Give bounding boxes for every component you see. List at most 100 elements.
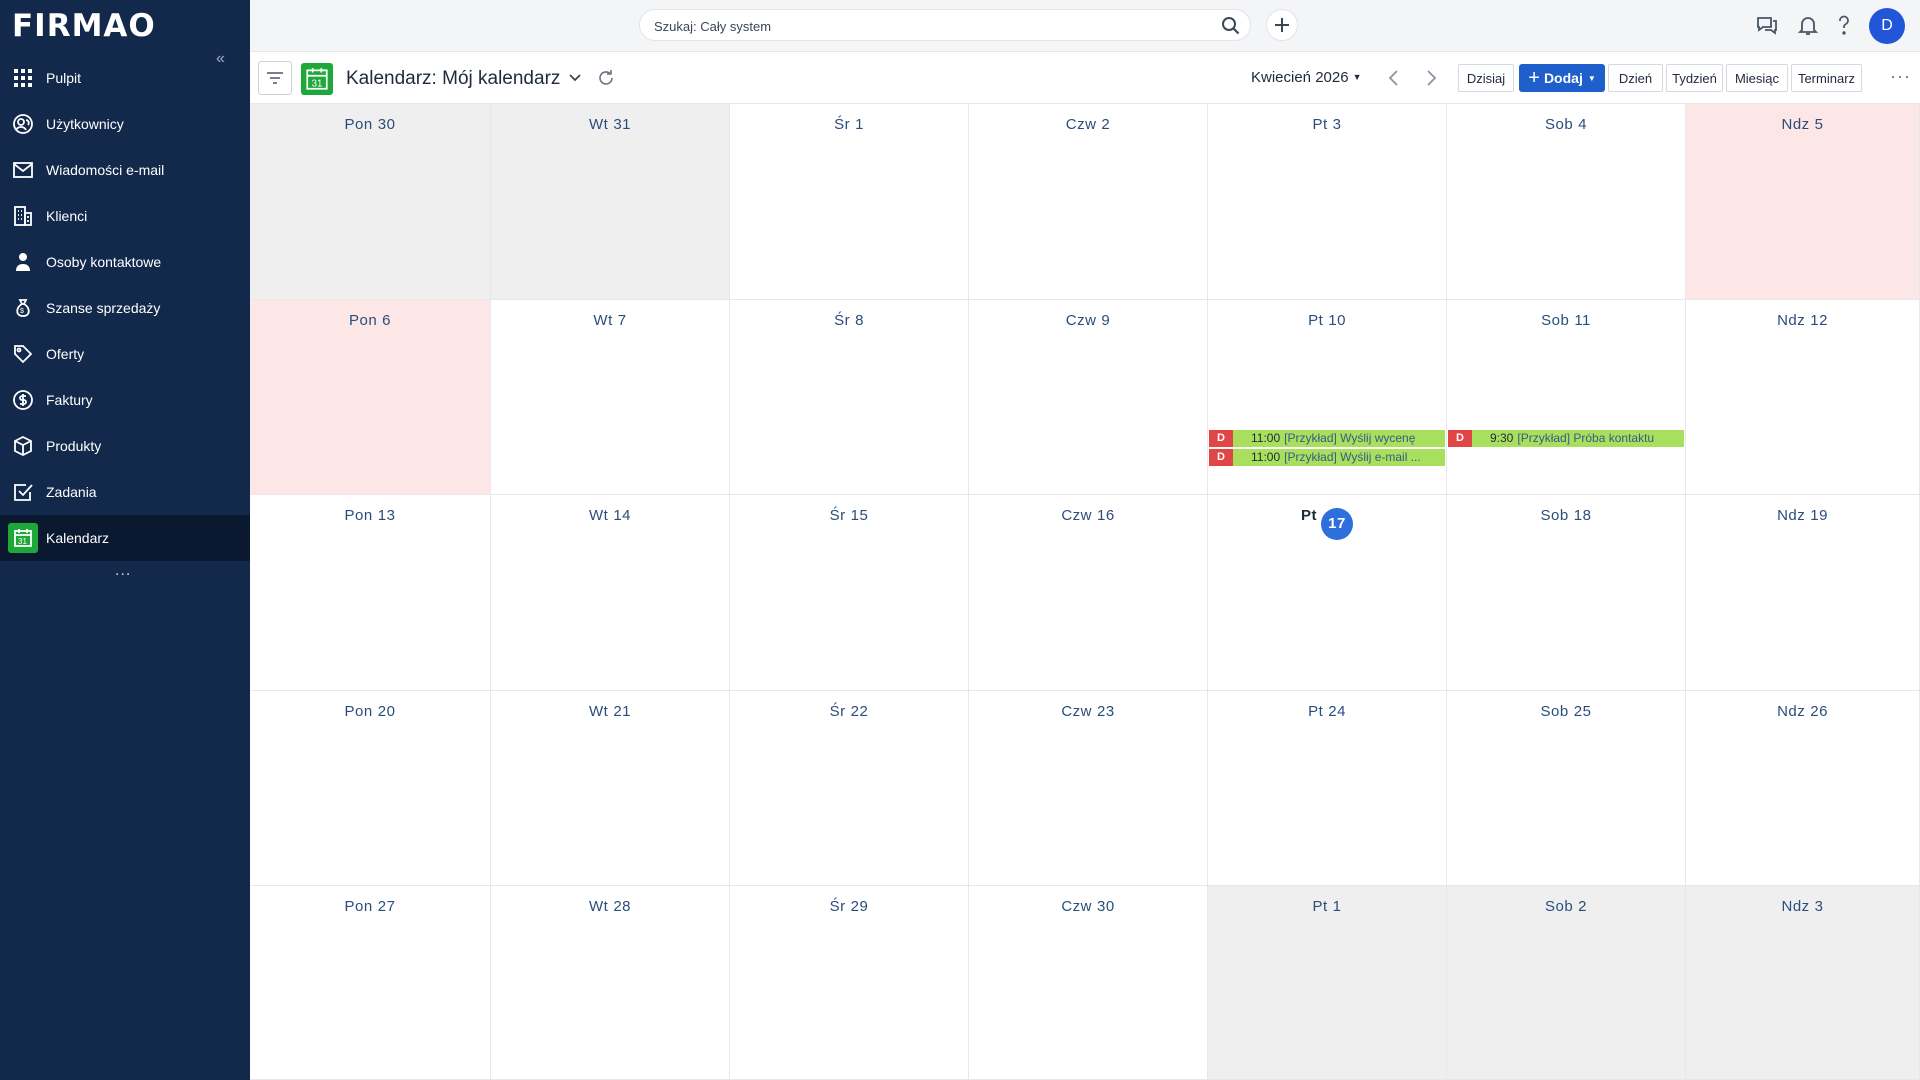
refresh-icon[interactable] — [596, 68, 616, 88]
calendar-day-cell[interactable]: Sob 25 — [1447, 691, 1686, 886]
sidebar-item-szanse-sprzedazy[interactable]: $ Szanse sprzedaży — [0, 285, 250, 331]
calendar-event[interactable]: D 11:00 [Przykład] Wyślij e-mail ... — [1209, 449, 1445, 466]
day-number[interactable]: 2 — [1578, 898, 1587, 915]
day-number[interactable]: 22 — [851, 703, 869, 720]
today-date-badge[interactable]: 17 — [1321, 508, 1353, 540]
sidebar-item-pulpit[interactable]: Pulpit — [0, 55, 250, 101]
chat-icon[interactable] — [1755, 13, 1779, 37]
day-number[interactable]: 21 — [613, 703, 631, 720]
filter-button[interactable] — [258, 61, 292, 95]
day-number[interactable]: 19 — [1810, 507, 1828, 524]
sidebar-item-osoby-kontaktowe[interactable]: Osoby kontaktowe — [0, 239, 250, 285]
day-number[interactable]: 30 — [1097, 898, 1115, 915]
day-number[interactable]: 23 — [1097, 703, 1115, 720]
day-number[interactable]: 28 — [613, 898, 631, 915]
sidebar-item-produkty[interactable]: Produkty — [0, 423, 250, 469]
calendar-day-cell[interactable]: Pt 1 — [1208, 886, 1447, 1080]
calendar-day-cell[interactable]: Pon 13 — [250, 495, 491, 691]
sidebar-item-wiadomosci[interactable]: Wiadomości e-mail — [0, 147, 250, 193]
day-number[interactable]: 15 — [851, 507, 869, 524]
sidebar-item-zadania[interactable]: Zadania — [0, 469, 250, 515]
bell-icon[interactable] — [1796, 13, 1820, 37]
calendar-day-cell[interactable]: Ndz 12 — [1686, 300, 1920, 495]
calendar-day-cell[interactable]: Ndz 3 — [1686, 886, 1920, 1080]
today-button[interactable]: Dzisiaj — [1458, 64, 1514, 92]
help-icon[interactable] — [1832, 13, 1856, 37]
day-number[interactable]: 7 — [618, 312, 627, 329]
day-number[interactable]: 13 — [378, 507, 396, 524]
search-input[interactable] — [654, 16, 1194, 36]
calendar-day-cell[interactable]: Pt 3 — [1208, 104, 1447, 300]
day-number[interactable]: 14 — [613, 507, 631, 524]
calendar-day-cell[interactable]: Pon 27 — [250, 886, 491, 1080]
calendar-day-cell[interactable]: Wt 14 — [491, 495, 730, 691]
day-number[interactable]: 18 — [1574, 507, 1592, 524]
calendar-day-cell[interactable]: Pon 6 — [250, 300, 491, 495]
day-number[interactable]: 25 — [1574, 703, 1592, 720]
view-week-button[interactable]: Tydzień — [1666, 64, 1723, 92]
calendar-event[interactable]: D 9:30 [Przykład] Próba kontaktu — [1448, 430, 1684, 447]
add-button[interactable]: + Dodaj ▼ — [1519, 64, 1605, 92]
quick-add-button[interactable] — [1266, 9, 1298, 41]
day-number[interactable]: 20 — [378, 703, 396, 720]
sidebar-item-faktury[interactable]: Faktury — [0, 377, 250, 423]
day-number[interactable]: 24 — [1328, 703, 1346, 720]
search-icon[interactable] — [1220, 15, 1242, 37]
view-day-button[interactable]: Dzień — [1608, 64, 1663, 92]
app-logo[interactable]: FIRMAO — [12, 8, 156, 44]
sidebar-item-oferty[interactable]: Oferty — [0, 331, 250, 377]
day-number[interactable]: 27 — [378, 898, 396, 915]
day-number[interactable]: 16 — [1097, 507, 1115, 524]
calendar-day-cell[interactable]: Sob 18 D 9:30 [Przykład] Próba kontaktu — [1447, 430, 1686, 691]
calendar-day-cell[interactable]: Czw 30 — [969, 886, 1208, 1080]
day-number[interactable]: 30 — [378, 116, 396, 133]
calendar-day-cell[interactable]: Ndz 5 — [1686, 104, 1920, 300]
calendar-day-cell[interactable]: Czw 16 — [969, 495, 1208, 691]
calendar-day-cell[interactable]: Pon 30 — [250, 104, 491, 300]
calendar-day-cell[interactable]: Ndz 19 — [1686, 495, 1920, 691]
calendar-day-cell[interactable]: Śr 15 — [730, 495, 969, 691]
sidebar-item-uzytkownicy[interactable]: Użytkownicy — [0, 101, 250, 147]
calendar-day-cell[interactable]: Sob 2 — [1447, 886, 1686, 1080]
calendar-day-cell[interactable]: Pon 20 — [250, 691, 491, 886]
calendar-day-cell[interactable]: Wt 21 — [491, 691, 730, 886]
sidebar-item-klienci[interactable]: Klienci — [0, 193, 250, 239]
calendar-day-cell[interactable]: Wt 31 — [491, 104, 730, 300]
next-month-button[interactable] — [1420, 67, 1442, 89]
day-number[interactable]: 9 — [1101, 312, 1110, 329]
calendar-day-cell[interactable]: Czw 23 — [969, 691, 1208, 886]
calendar-day-cell[interactable]: Śr 8 — [730, 300, 969, 495]
calendar-day-cell[interactable]: Sob 4 — [1447, 104, 1686, 300]
calendar-day-cell[interactable]: Sob 11 — [1447, 300, 1686, 495]
user-avatar[interactable]: D — [1869, 8, 1905, 44]
day-number[interactable]: 1 — [855, 116, 864, 133]
calendar-day-cell[interactable]: Śr 29 — [730, 886, 969, 1080]
more-options-icon[interactable]: ··· — [1890, 66, 1911, 87]
calendar-day-cell[interactable]: Wt 28 — [491, 886, 730, 1080]
calendar-day-cell[interactable]: Pt 24 — [1208, 691, 1447, 886]
calendar-event[interactable]: D 11:00 [Przykład] Wyślij wycenę — [1209, 430, 1445, 447]
day-number[interactable]: 1 — [1333, 898, 1342, 915]
view-agenda-button[interactable]: Terminarz — [1791, 64, 1862, 92]
calendar-day-cell[interactable]: Wt 7 — [491, 300, 730, 495]
calendar-day-cell[interactable]: Śr 1 — [730, 104, 969, 300]
day-number[interactable]: 5 — [1815, 116, 1824, 133]
day-number[interactable]: 3 — [1815, 898, 1824, 915]
day-number[interactable]: 31 — [613, 116, 631, 133]
day-number[interactable]: 11 — [1574, 312, 1591, 329]
day-number[interactable]: 26 — [1810, 703, 1828, 720]
chevron-down-icon[interactable] — [565, 68, 585, 88]
day-number[interactable]: 6 — [382, 312, 391, 329]
day-number[interactable]: 2 — [1101, 116, 1110, 133]
day-number[interactable]: 29 — [851, 898, 869, 915]
calendar-day-cell[interactable]: Pt 17 D 11:00 [Przykład] Wyślij wycenę D 11:00… — [1208, 430, 1447, 691]
calendar-day-cell[interactable]: Czw 2 — [969, 104, 1208, 300]
calendar-day-cell[interactable]: Ndz 26 — [1686, 691, 1920, 886]
day-number[interactable]: 3 — [1333, 116, 1342, 133]
day-number[interactable]: 4 — [1578, 116, 1587, 133]
day-number[interactable]: 8 — [855, 312, 864, 329]
prev-month-button[interactable] — [1383, 67, 1405, 89]
month-selector[interactable]: Kwiecień 2026 ▼ — [1251, 69, 1362, 86]
view-month-button[interactable]: Miesiąc — [1726, 64, 1788, 92]
day-number[interactable]: 12 — [1810, 312, 1828, 329]
